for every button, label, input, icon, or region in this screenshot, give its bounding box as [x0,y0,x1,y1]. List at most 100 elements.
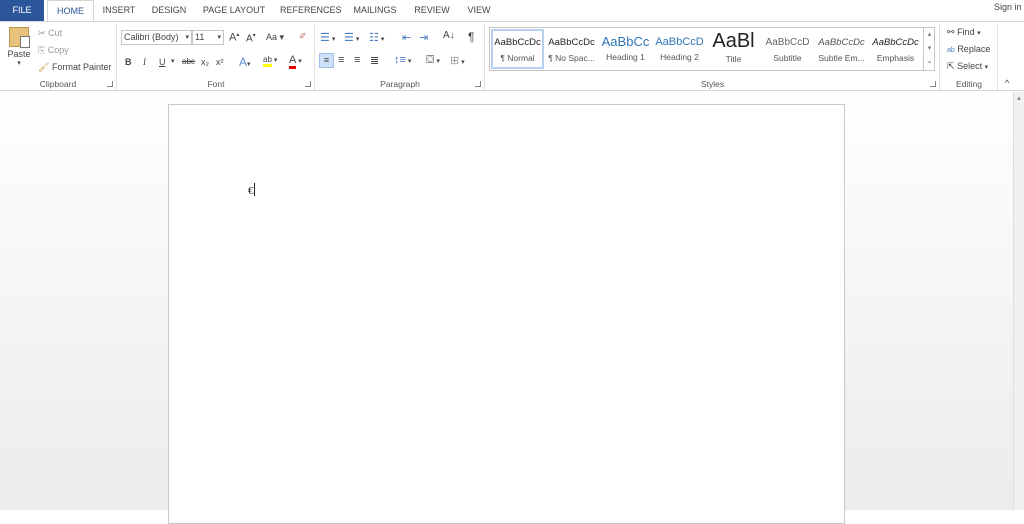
font-size-value: 11 [195,32,205,42]
style-title[interactable]: AaBl Title [707,29,760,69]
copy-label: Copy [47,45,69,55]
binoculars-icon: ⚯ [947,27,955,37]
copy-button[interactable]: ⎘ Copy [38,45,69,56]
tab-references[interactable]: REFERENCES [280,0,342,21]
bullets-icon[interactable]: ☰ ▾ [320,31,335,44]
paste-label: Paste [7,49,31,59]
style-preview: AaBbCcDc [548,37,595,48]
change-case-label: Aa [266,32,278,42]
style-name: Emphasis [876,53,915,63]
scissors-icon: ✂ [38,28,46,38]
find-button[interactable]: ⚯ Find ▾ [947,27,981,38]
tab-review[interactable]: REVIEW [412,0,452,21]
styles-launcher-icon[interactable] [930,81,936,87]
clear-formatting-icon[interactable]: ✐ [299,31,307,42]
style-subtle-emphasis[interactable]: AaBbCcDc Subtle Em... [815,29,868,69]
clipboard-label: Clipboard [39,79,77,89]
select-label: Select [957,61,983,71]
borders-icon[interactable]: ⊞ ▾ [450,54,465,67]
change-case-button[interactable]: Aa ▾ [266,32,284,43]
shrink-font-button[interactable]: A▾ [246,32,256,44]
style-heading-1[interactable]: AaBbCc Heading 1 [599,29,652,69]
style-name: Title [725,54,742,64]
font-size-select[interactable]: 11 ▾ [192,30,224,45]
bold-button[interactable]: B [125,57,132,67]
ribbon: Paste ▾ ✂ Cut ⎘ Copy 🖌 Format Painter Cl… [0,21,1024,91]
paragraph-label: Paragraph [380,79,420,89]
multilevel-list-icon[interactable]: ☷ ▾ [369,31,384,44]
copy-icon: ⎘ [38,45,46,55]
format-painter-button[interactable]: 🖌 Format Painter [38,62,111,73]
style-heading-2[interactable]: AaBbCcD Heading 2 [653,29,706,69]
style-preview: AaBbCcDc [872,37,919,48]
tab-page-layout[interactable]: PAGE LAYOUT [200,0,268,21]
style-normal[interactable]: AaBbCcDc ¶ Normal [491,29,544,69]
more-styles-icon[interactable]: ⩡ [924,56,935,70]
collapse-ribbon-icon[interactable]: ^ [1005,78,1009,88]
tab-design[interactable]: DESIGN [149,0,189,21]
style-preview: AaBbCcD [765,37,810,48]
replace-icon: ab [947,47,955,54]
vertical-scrollbar[interactable]: ▴ [1013,92,1024,510]
styles-scroll[interactable]: ▴ ▾ ⩡ [923,28,935,70]
line-spacing-icon[interactable]: ↕≡ ▾ [394,54,411,66]
font-group: Calibri (Body) ▾ 11 ▾ A▴ A▾ Aa ▾ ✐ B I U ▾… [118,24,315,90]
cursor-icon: ⇱ [947,61,955,71]
italic-button[interactable]: I [143,57,146,67]
numbering-icon[interactable]: ☰ ▾ [344,31,359,44]
format-painter-label: Format Painter [51,62,112,72]
subscript-button[interactable]: x₂ [201,57,209,67]
tab-file[interactable]: FILE [0,0,44,21]
font-label: Font [207,79,225,89]
cut-button[interactable]: ✂ Cut [38,28,62,39]
scroll-up-arrow-icon[interactable]: ▴ [1014,94,1024,102]
tab-view[interactable]: VIEW [464,0,494,21]
style-preview: AaBbCcDc [494,37,541,48]
font-family-value: Calibri (Body) [124,32,179,42]
scroll-up-icon[interactable]: ▴ [924,28,935,42]
style-name: Subtitle [773,53,802,63]
style-no-spacing[interactable]: AaBbCcDc ¶ No Spac... [545,29,598,69]
select-button[interactable]: ⇱ Select ▾ [947,61,988,72]
style-name: ¶ Normal [500,53,535,63]
align-right-icon[interactable]: ≡ [354,54,360,66]
sort-icon[interactable]: A↓ [443,30,455,41]
clipboard-launcher-icon[interactable] [107,81,113,87]
align-left-icon[interactable]: ≡ [319,53,334,68]
highlight-button[interactable]: ab ▾ [263,54,277,67]
align-center-icon[interactable]: ≡ [338,54,344,66]
replace-button[interactable]: ab Replace [947,44,990,54]
tab-mailings[interactable]: MAILINGS [350,0,400,21]
strikethrough-button[interactable]: abc [182,57,195,66]
tab-home[interactable]: HOME [47,0,94,22]
styles-gallery: AaBbCcDc ¶ Normal AaBbCcDc ¶ No Spac... Aa… [489,27,935,71]
paste-icon [9,27,30,48]
paintbrush-icon: 🖌 [38,62,50,72]
paragraph-launcher-icon[interactable] [475,81,481,87]
text-cursor [253,183,255,196]
document-page[interactable]: € [168,104,845,524]
decrease-indent-icon[interactable]: ⇤ [402,31,411,44]
show-formatting-button[interactable]: ¶ [468,30,474,44]
paste-button[interactable]: Paste ▾ [6,27,32,67]
document-text[interactable]: € [248,183,255,197]
text-effects-icon[interactable]: A▾ [239,55,251,69]
superscript-button[interactable]: x² [216,57,224,67]
style-subtitle[interactable]: AaBbCcD Subtitle [761,29,814,69]
shading-icon[interactable]: ⛋ ▾ [426,54,440,67]
font-color-button[interactable]: A ▾ [289,54,302,69]
style-emphasis[interactable]: AaBbCcDc Emphasis [869,29,922,69]
increase-indent-icon[interactable]: ⇥ [419,31,428,44]
scroll-down-icon[interactable]: ▾ [924,42,935,56]
justify-icon[interactable]: ≣ [370,54,379,67]
editing-group: ⚯ Find ▾ ab Replace ⇱ Select ▾ Editing [941,24,998,90]
font-launcher-icon[interactable] [305,81,311,87]
tab-insert[interactable]: INSERT [100,0,138,21]
find-label: Find [957,27,975,37]
underline-button[interactable]: U [159,57,166,67]
underline-dropdown-icon[interactable]: ▾ [171,57,175,65]
style-preview: AaBbCc [601,34,650,49]
font-family-select[interactable]: Calibri (Body) ▾ [121,30,192,45]
sign-in-link[interactable]: Sign in [994,0,1024,18]
grow-font-button[interactable]: A▴ [229,31,239,44]
